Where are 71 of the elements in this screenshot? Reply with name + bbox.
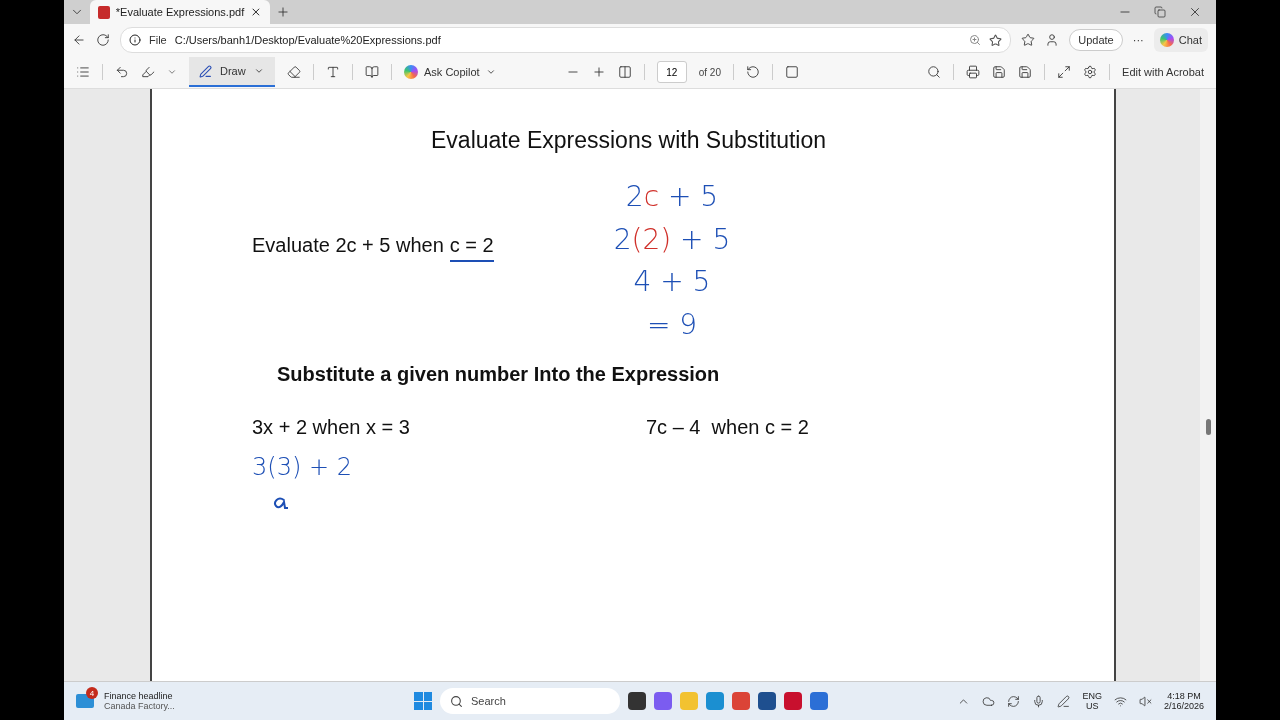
update-button[interactable]: Update: [1069, 29, 1123, 51]
profile-icon[interactable]: [1045, 33, 1060, 47]
favorites-icon[interactable]: [1021, 33, 1036, 47]
ask-copilot-button[interactable]: Ask Copilot: [404, 65, 496, 79]
news-subtitle: Canada Factory...: [104, 701, 175, 711]
search-icon[interactable]: [927, 65, 942, 79]
star-icon[interactable]: [989, 33, 1003, 47]
pen-icon[interactable]: [1057, 694, 1071, 708]
news-title: Finance headline: [104, 691, 174, 701]
caret-icon: [253, 66, 264, 76]
start-icon[interactable]: [414, 692, 432, 710]
page-number-field[interactable]: 12: [656, 61, 687, 83]
pdf-icon: [98, 5, 110, 19]
more-button[interactable]: ···: [1132, 34, 1144, 46]
contents-icon[interactable]: [76, 65, 90, 79]
example-prompt: Evaluate 2c + 5 when: [252, 234, 444, 257]
taskbar-search[interactable]: Search: [440, 688, 620, 714]
draw-button[interactable]: Draw: [189, 57, 275, 87]
handwritten-text: + 5: [666, 180, 719, 213]
language-label[interactable]: ENG: [1082, 691, 1102, 701]
text-box-icon[interactable]: [326, 65, 340, 79]
highlighter-icon[interactable]: [141, 65, 155, 79]
problem-text: 7c – 4 when c = 2: [646, 416, 810, 440]
page-title: Evaluate Expressions with Substitution: [431, 127, 828, 154]
close-icon[interactable]: [1188, 5, 1202, 19]
settings-icon[interactable]: [1083, 65, 1098, 79]
wifi-icon[interactable]: [1113, 694, 1127, 708]
fullscreen-icon[interactable]: [1057, 65, 1072, 79]
chat-button[interactable]: Chat: [1153, 28, 1208, 52]
close-icon[interactable]: [250, 6, 262, 18]
save-icon[interactable]: [992, 65, 1007, 79]
info-icon: [129, 34, 141, 46]
clock-time[interactable]: 4:18 PM: [1167, 691, 1201, 701]
handwritten-text: c: [643, 180, 660, 213]
handwritten-text: = 9: [646, 307, 698, 341]
microphone-icon[interactable]: [1032, 694, 1046, 708]
region-label[interactable]: US: [1085, 701, 1099, 711]
restore-icon[interactable]: [1154, 5, 1166, 19]
pen-icon: [199, 64, 212, 78]
notification-badge: 4: [86, 687, 98, 699]
zoom-in-icon[interactable]: [591, 65, 606, 79]
cloud-icon[interactable]: [982, 694, 996, 708]
handwritten-text: 2: [625, 180, 644, 213]
problem-text: 3x + 2 when x = 3: [252, 416, 411, 440]
scrollbar[interactable]: [1200, 89, 1216, 681]
underlined-value: c = 2: [449, 234, 494, 262]
mute-icon[interactable]: [1138, 694, 1152, 708]
search-icon: [450, 694, 463, 708]
handwritten-text: 2: [613, 222, 632, 256]
eraser-icon[interactable]: [287, 65, 301, 79]
sync-icon[interactable]: [1007, 694, 1021, 708]
reload-icon[interactable]: [96, 33, 110, 47]
zoom-icon[interactable]: [969, 34, 982, 46]
edit-with-acrobat-button[interactable]: Edit with Acrobat: [1122, 66, 1204, 78]
print-icon[interactable]: [966, 65, 981, 79]
undo-icon[interactable]: [115, 65, 129, 79]
handwritten-text: 3(3) + 2: [252, 453, 352, 482]
caret-icon: [485, 67, 496, 77]
section-heading: Substitute a given number Into the Expression: [277, 363, 721, 387]
browser-tab[interactable]: *Evaluate Expressions.pdf: [90, 0, 270, 24]
scheme-label: File: [149, 34, 167, 46]
handwritten-text: (2): [631, 222, 672, 256]
rotate-icon[interactable]: [745, 65, 760, 79]
handwritten-text: 4 + 5: [633, 265, 711, 299]
handwritten-text: + 5: [679, 222, 731, 256]
page-total: of 20: [698, 66, 721, 78]
caret-icon[interactable]: [167, 67, 177, 77]
clock-date[interactable]: 2/16/2026: [1163, 701, 1204, 711]
address-bar[interactable]: File C:/Users/banh1/Desktop/Evaluate%20Expressions.pdf: [120, 27, 1012, 53]
back-icon[interactable]: [72, 33, 86, 47]
url-text: C:/Users/banh1/Desktop/Evaluate%20Expressions.pdf: [174, 34, 442, 46]
